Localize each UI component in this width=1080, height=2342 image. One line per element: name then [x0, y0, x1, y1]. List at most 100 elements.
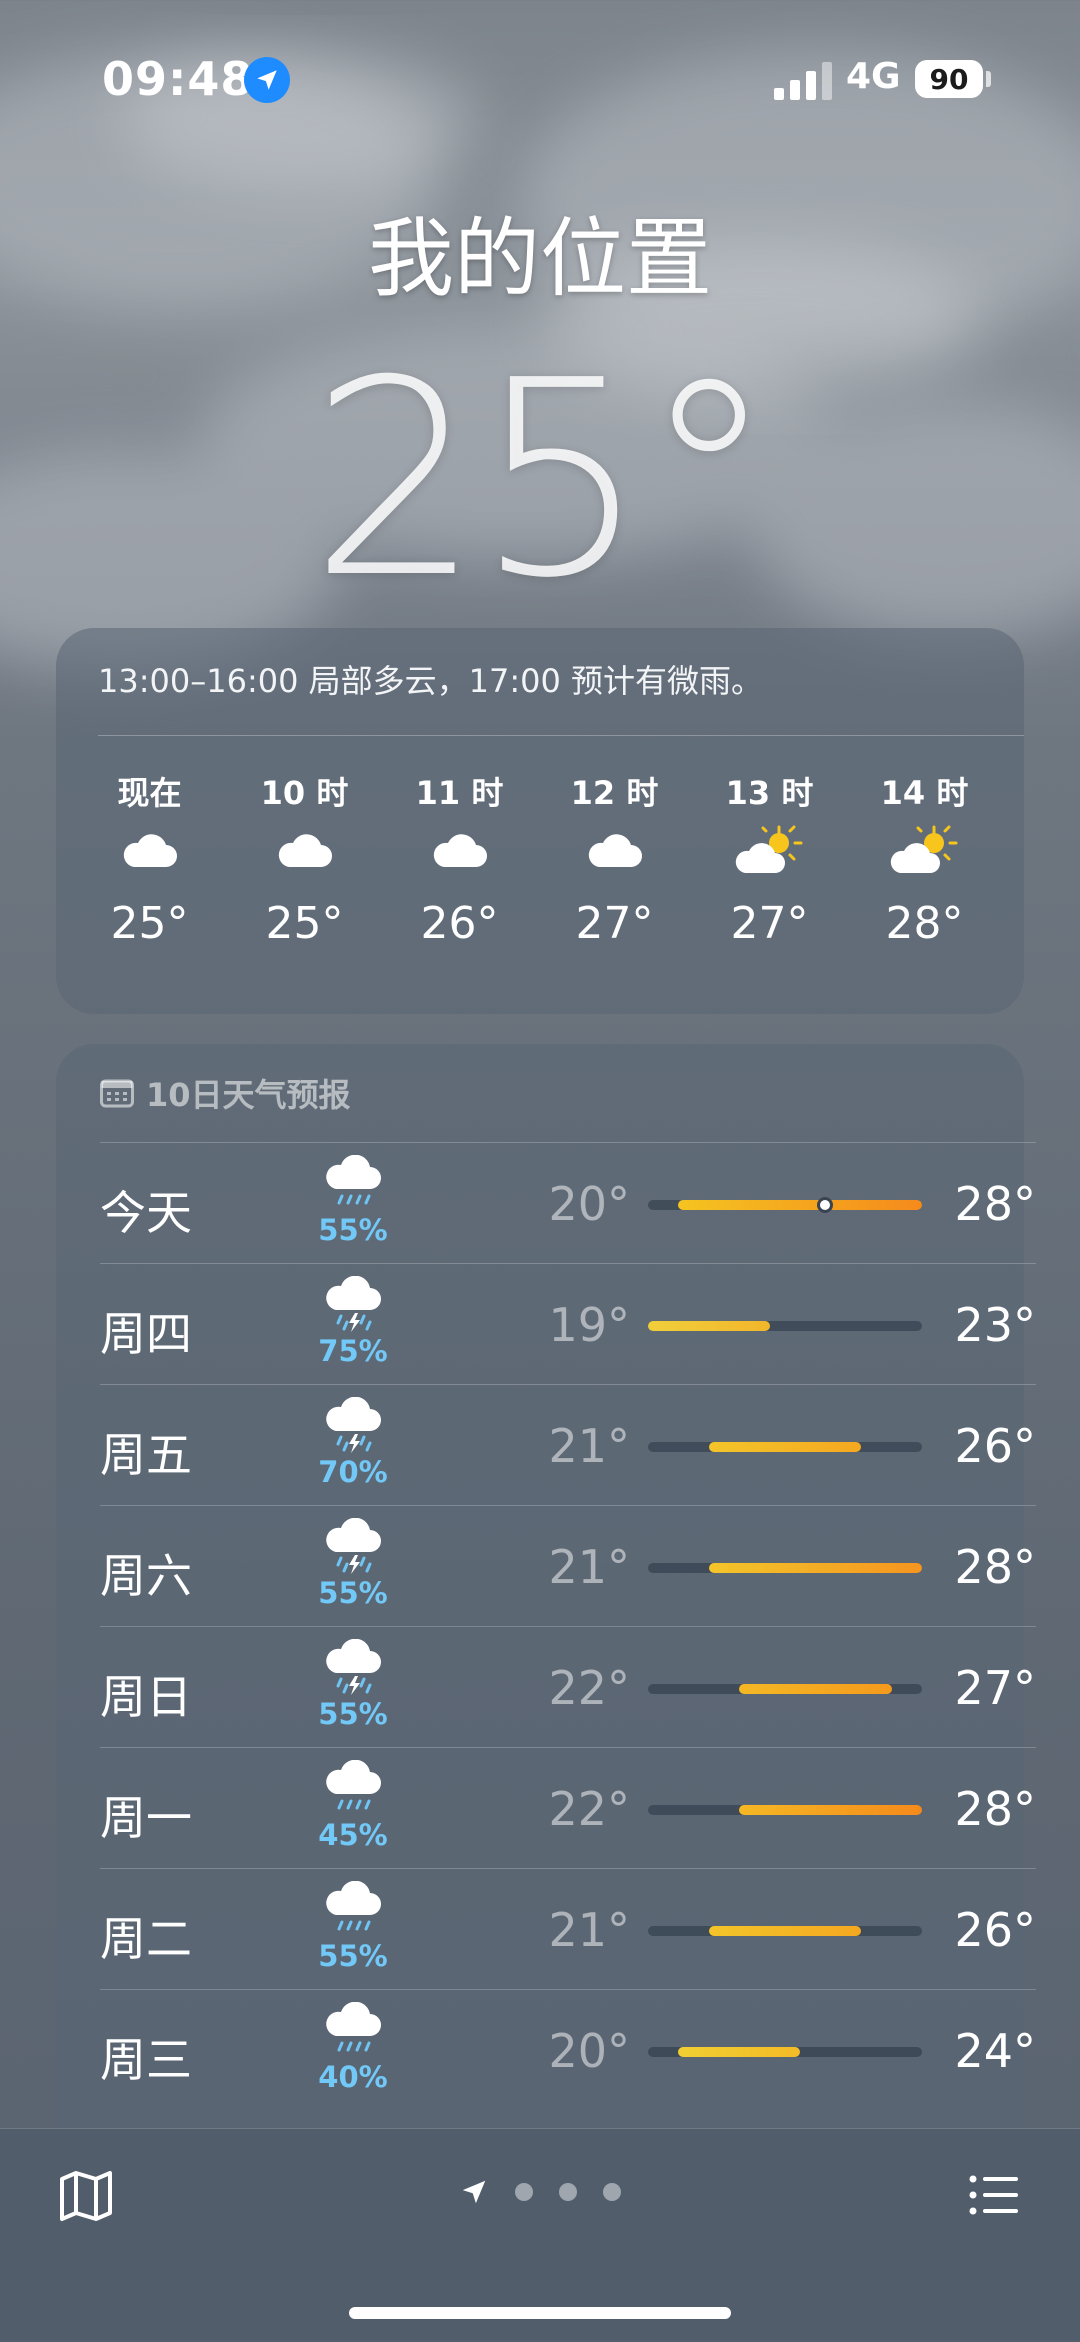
- forecast-weather: 40%: [308, 2001, 398, 2094]
- current-temperature: 25°: [309, 322, 777, 637]
- high-temperature: 24°: [954, 2024, 1036, 2078]
- thunder-rain-icon: [308, 1275, 398, 1338]
- location-services-icon: [244, 57, 290, 103]
- hour-temperature: 27°: [730, 898, 809, 949]
- cloud-icon: [382, 812, 537, 890]
- hour-temperature: 28°: [885, 898, 964, 949]
- hour-temperature: 27°: [575, 898, 654, 949]
- hour-temperature: 26°: [420, 898, 499, 949]
- forecast-row[interactable]: 周六 55% 21° 28°: [100, 1505, 1036, 1626]
- precip-chance: 75%: [318, 1334, 388, 1368]
- forecast-day: 周二: [100, 1912, 192, 1966]
- daily-list: 今天 55% 20° 28° 周四 75% 19° 23° 周五 70% 21° 26° 周六 55% 21…: [100, 1142, 1036, 2110]
- partly-sunny-icon: [847, 812, 1002, 890]
- hour-item: 13 时 27°: [692, 768, 847, 949]
- high-temperature: 26°: [954, 1903, 1036, 1957]
- high-temperature: 28°: [954, 1540, 1036, 1594]
- divider: [98, 735, 1024, 736]
- rain-cloud-icon: [308, 1759, 398, 1822]
- hourly-list[interactable]: 现在 25° 10 时 25° 11 时 26° 12 时 27° 13 时 27° 14 时 28°: [72, 768, 1012, 949]
- low-temperature: 21°: [548, 1903, 630, 1957]
- battery-tip: [986, 71, 991, 87]
- hour-item: 现在 25°: [72, 768, 227, 949]
- forecast-weather: 70%: [308, 1396, 398, 1489]
- forecast-weather: 55%: [308, 1517, 398, 1610]
- low-temperature: 21°: [548, 1419, 630, 1473]
- cloud-icon: [72, 812, 227, 890]
- thunder-rain-icon: [308, 1638, 398, 1701]
- temperature-range-fill: [678, 2047, 801, 2057]
- status-bar: 09:48 4G 90: [0, 0, 1080, 150]
- forecast-row[interactable]: 周三 40% 20° 24°: [100, 1989, 1036, 2110]
- high-temperature: 23°: [954, 1298, 1036, 1352]
- low-temperature: 20°: [548, 1177, 630, 1231]
- cloud-icon: [227, 812, 382, 890]
- forecast-weather: 55%: [308, 1154, 398, 1247]
- hour-label: 11 时: [415, 774, 504, 812]
- ten-day-title: 10日天气预报: [146, 1076, 351, 1114]
- forecast-row[interactable]: 周一 45% 22° 28°: [100, 1747, 1036, 1868]
- low-temperature: 22°: [548, 1661, 630, 1715]
- hour-temperature: 25°: [265, 898, 344, 949]
- precip-chance: 45%: [318, 1818, 388, 1852]
- forecast-summary: 13:00–16:00 局部多云，17:00 预计有微雨。: [98, 662, 764, 700]
- cloud-icon: [537, 812, 692, 890]
- page-dot[interactable]: [603, 2183, 621, 2201]
- temperature-range-bar: [648, 1197, 922, 1213]
- current-temp-marker: [816, 1197, 833, 1213]
- forecast-row[interactable]: 今天 55% 20° 28°: [100, 1142, 1036, 1263]
- forecast-row[interactable]: 周二 55% 21° 26°: [100, 1868, 1036, 1989]
- hour-item: 10 时 25°: [227, 768, 382, 949]
- hour-item: 12 时 27°: [537, 768, 692, 949]
- page-dot[interactable]: [559, 2183, 577, 2201]
- forecast-day: 今天: [100, 1186, 192, 1240]
- forecast-weather: 55%: [308, 1638, 398, 1731]
- precip-chance: 55%: [318, 1939, 388, 1973]
- temperature-range-bar: [648, 1805, 922, 1815]
- low-temperature: 21°: [548, 1540, 630, 1594]
- temperature-range-bar: [648, 2047, 922, 2057]
- precip-chance: 70%: [318, 1455, 388, 1489]
- high-temperature: 28°: [954, 1177, 1036, 1231]
- home-indicator[interactable]: [349, 2307, 731, 2319]
- forecast-row[interactable]: 周五 70% 21° 26°: [100, 1384, 1036, 1505]
- hourly-forecast-card[interactable]: 13:00–16:00 局部多云，17:00 预计有微雨。 现在 25° 10 时 2…: [56, 628, 1024, 1014]
- forecast-row[interactable]: 周四 75% 19° 23°: [100, 1263, 1036, 1384]
- hour-label: 13 时: [725, 774, 814, 812]
- temperature-range-fill: [708, 1442, 862, 1452]
- forecast-day: 周日: [100, 1670, 192, 1724]
- forecast-weather: 45%: [308, 1759, 398, 1852]
- hour-item: 14 时 28°: [847, 768, 1002, 949]
- temperature-range-fill: [708, 1926, 862, 1936]
- precip-chance: 55%: [318, 1576, 388, 1610]
- location-arrow-icon[interactable]: [459, 2177, 489, 2207]
- high-temperature: 27°: [954, 1661, 1036, 1715]
- temperature-range-bar: [648, 1321, 922, 1331]
- forecast-day: 周四: [100, 1307, 192, 1361]
- hour-label: 12 时: [570, 774, 659, 812]
- partly-sunny-icon: [692, 812, 847, 890]
- temperature-range-fill: [678, 1200, 922, 1210]
- temperature-range-fill: [708, 1563, 922, 1573]
- hour-temperature: 25°: [110, 898, 189, 949]
- forecast-row[interactable]: 周日 55% 22° 27°: [100, 1626, 1036, 1747]
- low-temperature: 19°: [548, 1298, 630, 1352]
- rain-cloud-icon: [308, 1880, 398, 1943]
- thunder-rain-icon: [308, 1517, 398, 1580]
- precip-chance: 40%: [318, 2060, 388, 2094]
- forecast-day: 周一: [100, 1791, 192, 1845]
- page-dot[interactable]: [515, 2183, 533, 2201]
- battery-indicator: 90: [915, 60, 983, 98]
- high-temperature: 28°: [954, 1782, 1036, 1836]
- calendar-icon: [100, 1079, 134, 1108]
- list-icon[interactable]: [968, 2169, 1020, 2221]
- page-indicator[interactable]: [0, 2177, 1080, 2207]
- low-temperature: 22°: [548, 1782, 630, 1836]
- forecast-day: 周六: [100, 1549, 192, 1603]
- forecast-weather: 75%: [308, 1275, 398, 1368]
- precip-chance: 55%: [318, 1213, 388, 1247]
- hour-label: 14 时: [880, 774, 969, 812]
- precip-chance: 55%: [318, 1697, 388, 1731]
- forecast-weather: 55%: [308, 1880, 398, 1973]
- temperature-range-bar: [648, 1684, 922, 1694]
